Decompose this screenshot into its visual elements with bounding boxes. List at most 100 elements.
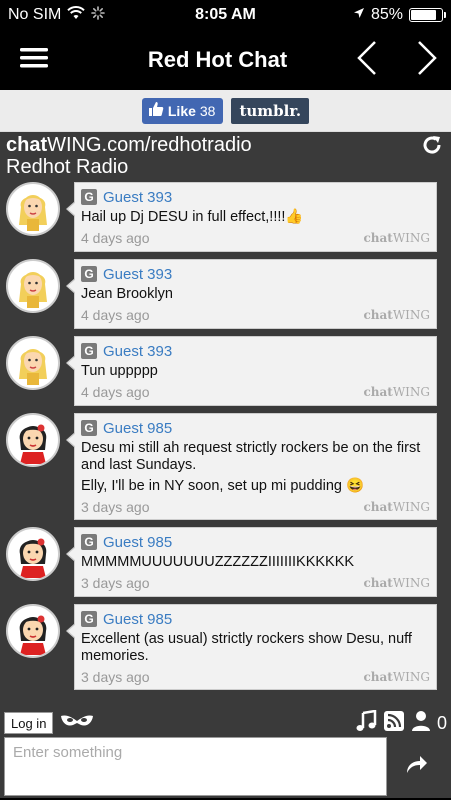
- guest-badge-icon: G: [81, 534, 97, 550]
- chatwing-brand-rest: WING: [392, 231, 430, 245]
- chat-url[interactable]: chatWING.com/redhotradio: [6, 134, 445, 156]
- mask-icon[interactable]: [59, 713, 95, 734]
- status-left: No SIM: [8, 5, 106, 25]
- message-text: Hail up Dj DESU in full effect,!!!!👍: [81, 209, 304, 225]
- message-bubble: G Guest 985 Desu mi still ah request str…: [66, 413, 437, 520]
- message-text: Tun uppppp: [81, 363, 158, 379]
- forward-arrow-icon[interactable]: [417, 40, 437, 81]
- message-header: G Guest 393: [81, 341, 430, 361]
- nav-arrows: [357, 40, 437, 81]
- message-text: Excellent (as usual) strictly rockers sh…: [81, 631, 412, 664]
- message-item: G Guest 393 Jean Brooklyn 4 days ago cha…: [6, 259, 437, 329]
- avatar[interactable]: [6, 182, 60, 236]
- bottom-left: Log in: [4, 712, 95, 734]
- chatwing-brand-rest: WING: [392, 500, 430, 514]
- message-bubble: G Guest 393 Hail up Dj DESU in full effe…: [66, 182, 437, 252]
- message-list[interactable]: G Guest 393 Hail up Dj DESU in full effe…: [0, 182, 451, 709]
- back-arrow-icon[interactable]: [357, 40, 377, 81]
- message-meta: 4 days ago chatWING: [81, 384, 430, 400]
- chatwing-brand: chatWING: [363, 576, 430, 590]
- guest-badge-icon: G: [81, 189, 97, 205]
- chatwing-brand: chatWING: [363, 385, 430, 399]
- chat-url-bold: chat: [6, 134, 48, 156]
- battery-icon: [409, 8, 446, 22]
- message-meta: 4 days ago chatWING: [81, 230, 430, 246]
- battery-fill: [411, 10, 437, 20]
- message-bubble: G Guest 393 Tun uppppp 4 days ago chatWI…: [66, 336, 437, 406]
- chatwing-brand: chatWING: [363, 231, 430, 245]
- chatwing-brand-rest: WING: [392, 385, 430, 399]
- user-icon[interactable]: [411, 710, 431, 737]
- message-time: 3 days ago: [81, 669, 150, 685]
- thumbs-up-icon: [148, 101, 164, 120]
- like-count: 38: [199, 102, 216, 119]
- chatwing-brand-rest: WING: [392, 576, 430, 590]
- user-count: 0: [436, 712, 447, 733]
- login-button[interactable]: Log in: [4, 712, 54, 734]
- message-item: G Guest 985 Desu mi still ah request str…: [6, 413, 437, 520]
- music-note-icon[interactable]: [355, 709, 377, 737]
- page-title: Red Hot Chat: [147, 47, 288, 72]
- message-text: MMMMMUUUUUUUZZZZZZIIIIIIIKKKKKK: [81, 554, 355, 570]
- bottom-bar: Log in 0: [0, 709, 451, 737]
- chatwing-brand: chatWING: [363, 500, 430, 514]
- message-item: G Guest 985 MMMMMUUUUUUUZZZZZZIIIIIIIKKK…: [6, 527, 437, 597]
- message-header: G Guest 985: [81, 532, 430, 552]
- message-time: 4 days ago: [81, 307, 150, 323]
- message-input[interactable]: [4, 737, 387, 796]
- message-time: 4 days ago: [81, 384, 150, 400]
- message-header: G Guest 985: [81, 418, 430, 438]
- avatar[interactable]: [6, 259, 60, 313]
- chatwing-brand-bold: chat: [363, 500, 393, 514]
- guest-badge-icon: G: [81, 343, 97, 359]
- status-bar: No SIM 8:05 AM 85%: [0, 0, 451, 30]
- chatwing-brand-bold: chat: [363, 385, 393, 399]
- avatar[interactable]: [6, 413, 60, 467]
- input-area: [0, 737, 451, 798]
- share-bar: Like 38 tumblr.: [0, 90, 451, 132]
- nav-bar: Red Hot Chat: [0, 30, 451, 90]
- avatar[interactable]: [6, 336, 60, 390]
- avatar[interactable]: [6, 527, 60, 581]
- message-item: G Guest 393 Hail up Dj DESU in full effe…: [6, 182, 437, 252]
- like-label: Like: [167, 102, 196, 119]
- refresh-icon[interactable]: [421, 134, 443, 161]
- avatar[interactable]: [6, 604, 60, 658]
- message-username[interactable]: Guest 985: [103, 611, 172, 628]
- message-text: Jean Brooklyn: [81, 286, 173, 302]
- facebook-like-button[interactable]: Like 38: [141, 97, 224, 124]
- message-username[interactable]: Guest 393: [103, 343, 172, 360]
- send-button[interactable]: [387, 737, 447, 796]
- message-header: G Guest 985: [81, 609, 430, 629]
- message-bubble: G Guest 985 Excellent (as usual) strictl…: [66, 604, 437, 690]
- menu-icon[interactable]: [20, 47, 48, 74]
- message-item: G Guest 393 Tun uppppp 4 days ago chatWI…: [6, 336, 437, 406]
- chatwing-brand: chatWING: [363, 308, 430, 322]
- message-time: 3 days ago: [81, 499, 150, 515]
- guest-badge-icon: G: [81, 266, 97, 282]
- wifi-icon: [67, 5, 86, 25]
- status-right: 85%: [353, 6, 446, 24]
- rss-icon[interactable]: [383, 710, 405, 737]
- chat-room-name: Redhot Radio: [6, 156, 129, 178]
- message-bubble: G Guest 393 Jean Brooklyn 4 days ago cha…: [66, 259, 437, 329]
- tumblr-button[interactable]: tumblr.: [231, 97, 310, 124]
- message-meta: 4 days ago chatWING: [81, 307, 430, 323]
- guest-badge-icon: G: [81, 611, 97, 627]
- message-header: G Guest 393: [81, 264, 430, 284]
- chat-url-rest: WING.com/redhotradio: [47, 134, 252, 156]
- message-bubble: G Guest 985 MMMMMUUUUUUUZZZZZZIIIIIIIKKK…: [66, 527, 437, 597]
- message-meta: 3 days ago chatWING: [81, 669, 430, 685]
- message-username[interactable]: Guest 985: [103, 534, 172, 551]
- message-username[interactable]: Guest 393: [103, 189, 172, 206]
- message-text: Desu mi still ah request strictly rocker…: [81, 440, 430, 495]
- chatwing-brand-bold: chat: [363, 308, 393, 322]
- chat-header: chatWING.com/redhotradio Redhot Radio: [0, 132, 451, 182]
- message-header: G Guest 393: [81, 187, 430, 207]
- message-username[interactable]: Guest 985: [103, 420, 172, 437]
- message-item: G Guest 985 Excellent (as usual) strictl…: [6, 604, 437, 690]
- activity-spinner-icon: [91, 5, 106, 25]
- location-arrow-icon: [353, 6, 365, 24]
- message-username[interactable]: Guest 393: [103, 266, 172, 283]
- chatwing-brand-rest: WING: [392, 670, 430, 684]
